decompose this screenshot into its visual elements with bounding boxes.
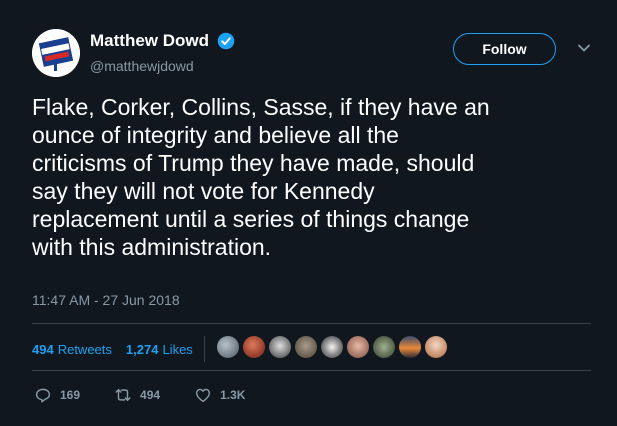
liker-avatar[interactable] <box>347 336 369 358</box>
retweet-count: 494 <box>140 388 161 402</box>
user-info: Matthew Dowd @matthewjdowd <box>90 31 235 74</box>
tweet-line: replacement until a series of things cha… <box>32 206 470 232</box>
reply-button[interactable]: 169 <box>34 386 80 404</box>
reply-icon <box>35 388 51 403</box>
tweet: Matthew Dowd @matthewjdowd Follow Flake,… <box>0 0 617 426</box>
divider-bottom <box>32 370 591 371</box>
tweet-timestamp[interactable]: 11:47 AM - 27 Jun 2018 <box>32 292 180 308</box>
likes-count: 1,274 <box>125 341 159 357</box>
liker-avatar[interactable] <box>425 336 447 358</box>
retweet-button[interactable]: 494 <box>114 386 160 404</box>
retweets-count: 494 <box>32 341 54 357</box>
tweet-stats: 494 Retweets 1,274 Likes <box>32 336 205 362</box>
liker-avatar[interactable] <box>243 336 265 358</box>
divider-top <box>32 323 591 324</box>
verified-badge-icon <box>218 32 235 50</box>
liker-avatar[interactable] <box>373 336 395 358</box>
display-name[interactable]: Matthew Dowd <box>90 31 209 51</box>
tweet-line: criticisms of Trump they have made, shou… <box>32 150 475 176</box>
liker-avatar[interactable] <box>321 336 343 358</box>
follow-button[interactable]: Follow <box>453 33 556 65</box>
tweet-line: say they will not vote for Kennedy <box>32 178 375 204</box>
tweet-line: with this administration. <box>32 234 272 260</box>
retweets-label: Retweets <box>57 341 112 357</box>
retweet-icon <box>115 389 131 401</box>
stats-separator <box>203 336 205 362</box>
liker-avatar[interactable] <box>217 336 239 358</box>
tweet-text: Flake, Corker, Collins, Sasse, if they h… <box>32 93 592 261</box>
retweets-stat[interactable]: 494 Retweets <box>32 342 112 357</box>
likes-label: Likes <box>162 341 193 357</box>
tweet-actions: 169 494 1.3K <box>34 386 279 404</box>
reply-count: 169 <box>60 388 81 402</box>
like-button[interactable]: 1.3K <box>194 386 245 404</box>
tweet-line: ounce of integrity and believe all the <box>32 122 399 148</box>
like-count: 1.3K <box>220 388 246 402</box>
liker-avatar[interactable] <box>295 336 317 358</box>
heart-icon <box>195 388 211 403</box>
user-handle[interactable]: @matthewjdowd <box>90 58 235 74</box>
tweet-line: Flake, Corker, Collins, Sasse, if they h… <box>32 94 490 120</box>
liker-avatar[interactable] <box>269 336 291 358</box>
avatar-logo <box>32 29 80 77</box>
chevron-down-icon[interactable] <box>577 41 591 55</box>
avatar[interactable] <box>32 29 80 77</box>
likes-stat[interactable]: 1,274 Likes <box>126 342 193 357</box>
liker-avatars <box>217 336 451 358</box>
liker-avatar[interactable] <box>399 336 421 358</box>
